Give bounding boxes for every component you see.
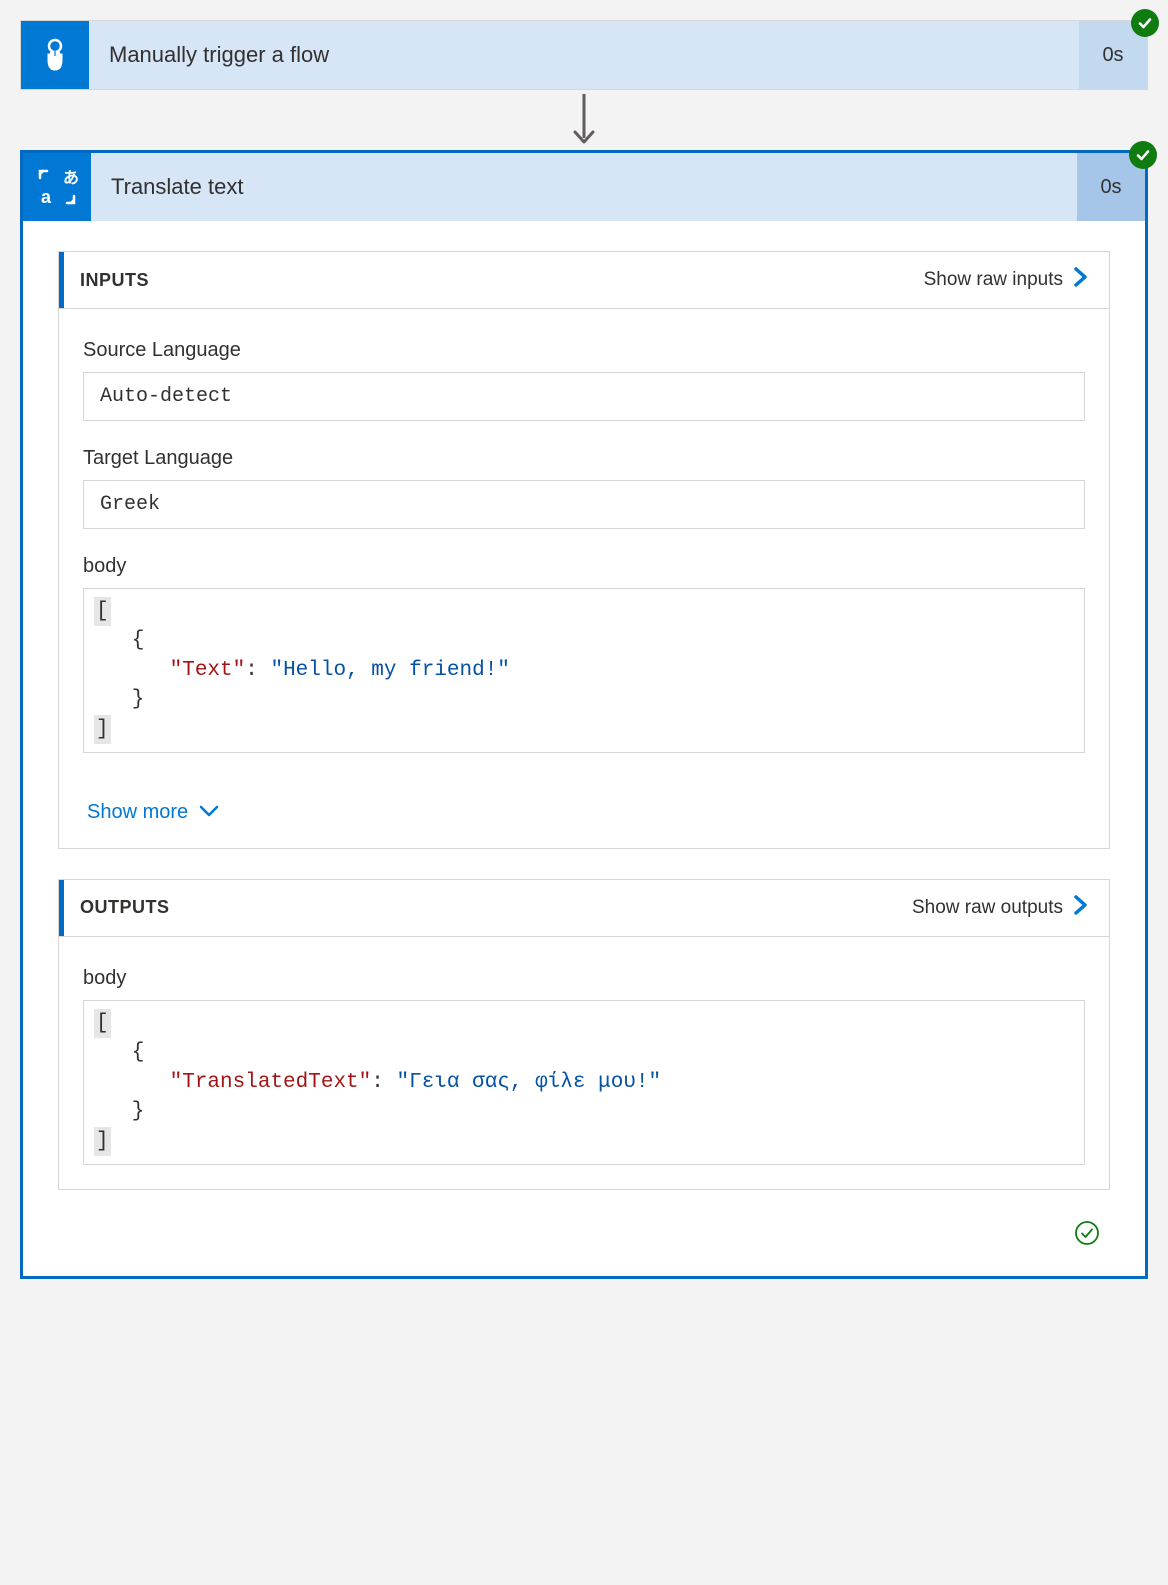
chevron-right-icon bbox=[1073, 894, 1089, 922]
inputs-header: INPUTS Show raw inputs bbox=[59, 252, 1109, 308]
output-body-code[interactable]: [ { "TranslatedText": "Γεια σας, φίλε μο… bbox=[83, 1000, 1085, 1165]
output-body-field: body [ { "TranslatedText": "Γεια σας, φί… bbox=[83, 967, 1085, 1165]
success-badge bbox=[1129, 141, 1157, 169]
trigger-header[interactable]: Manually trigger a flow 0s bbox=[21, 21, 1147, 89]
arrow-connector bbox=[570, 90, 598, 150]
source-language-value[interactable]: Auto-detect bbox=[83, 372, 1085, 421]
json-value: "Γεια σας, φίλε μου!" bbox=[396, 1071, 661, 1094]
input-body-label: body bbox=[83, 555, 1085, 578]
translate-title: Translate text bbox=[91, 174, 1077, 200]
success-badge bbox=[1131, 9, 1159, 37]
chevron-right-icon bbox=[1073, 266, 1089, 294]
success-outline-icon bbox=[1074, 1220, 1100, 1246]
manual-trigger-icon bbox=[21, 21, 89, 89]
target-language-value[interactable]: Greek bbox=[83, 480, 1085, 529]
flow-container: Manually trigger a flow 0s あ a bbox=[20, 20, 1148, 1279]
inputs-section: INPUTS Show raw inputs Source Language A… bbox=[58, 251, 1110, 849]
show-raw-inputs-label: Show raw inputs bbox=[924, 269, 1063, 291]
translate-icon: あ a bbox=[23, 153, 91, 221]
trigger-card[interactable]: Manually trigger a flow 0s bbox=[20, 20, 1148, 90]
svg-text:あ: あ bbox=[63, 169, 79, 187]
target-language-label: Target Language bbox=[83, 447, 1085, 470]
show-more-button[interactable]: Show more bbox=[83, 801, 220, 824]
show-raw-inputs-button[interactable]: Show raw inputs bbox=[924, 266, 1089, 294]
json-key: "TranslatedText" bbox=[170, 1071, 372, 1094]
input-body-field: body [ { "Text": "Hello, my friend!" } ] bbox=[83, 555, 1085, 753]
chevron-down-icon bbox=[198, 801, 220, 824]
json-key: "Text" bbox=[170, 659, 246, 682]
source-language-field: Source Language Auto-detect bbox=[83, 339, 1085, 421]
input-body-code[interactable]: [ { "Text": "Hello, my friend!" } ] bbox=[83, 588, 1085, 753]
checkmark-icon bbox=[1135, 147, 1151, 163]
show-more-label: Show more bbox=[87, 801, 188, 824]
translate-header[interactable]: あ a Translate text 0s bbox=[23, 153, 1145, 221]
outputs-header: OUTPUTS Show raw outputs bbox=[59, 880, 1109, 936]
footer-status bbox=[58, 1220, 1110, 1256]
translate-card[interactable]: あ a Translate text 0s INPUTS Show raw in… bbox=[20, 150, 1148, 1279]
svg-text:a: a bbox=[41, 187, 52, 207]
inputs-content: Source Language Auto-detect Target Langu… bbox=[59, 308, 1109, 848]
output-body-label: body bbox=[83, 967, 1085, 990]
arrow-down-icon bbox=[570, 92, 598, 148]
trigger-title: Manually trigger a flow bbox=[89, 42, 1079, 68]
json-value: "Hello, my friend!" bbox=[270, 659, 509, 682]
outputs-title: OUTPUTS bbox=[64, 897, 170, 918]
source-language-label: Source Language bbox=[83, 339, 1085, 362]
show-raw-outputs-button[interactable]: Show raw outputs bbox=[912, 894, 1089, 922]
translate-body: INPUTS Show raw inputs Source Language A… bbox=[23, 221, 1145, 1276]
inputs-title: INPUTS bbox=[64, 270, 149, 291]
outputs-section: OUTPUTS Show raw outputs body [ { "Trans… bbox=[58, 879, 1110, 1190]
target-language-field: Target Language Greek bbox=[83, 447, 1085, 529]
outputs-content: body [ { "TranslatedText": "Γεια σας, φί… bbox=[59, 936, 1109, 1189]
show-raw-outputs-label: Show raw outputs bbox=[912, 897, 1063, 919]
checkmark-icon bbox=[1137, 15, 1153, 31]
